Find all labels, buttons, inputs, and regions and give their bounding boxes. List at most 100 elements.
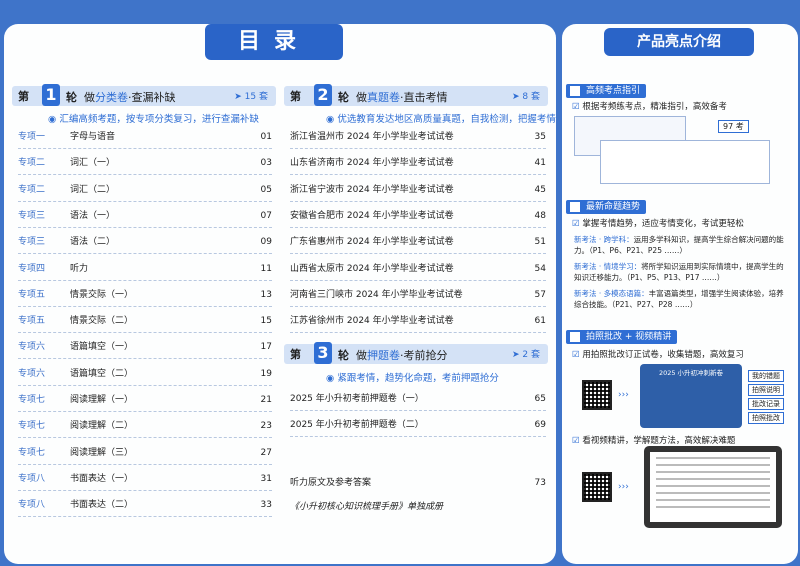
section2-tag: 第 <box>290 90 301 103</box>
toc-row: 2025 年小升初考前押题卷（一） 65 <box>290 392 546 406</box>
row-divider <box>18 437 272 439</box>
phone-title: 2025 小升初冲刺新卷 <box>658 369 724 377</box>
toc-row-name: 语篇填空（一） <box>70 342 134 353</box>
toc-row-page: 33 <box>260 500 272 511</box>
feature2-header: 最新命题趋势 <box>566 200 647 214</box>
toc-row-page: 19 <box>260 368 272 379</box>
feature1-header: 高频考点指引 <box>566 84 647 98</box>
toc-row: 专项六 语篇填空（二） 19 <box>18 367 272 381</box>
toc-row-page: 15 <box>260 316 272 327</box>
toc-row-name: 江苏省徐州市 2024 年小学毕业考试试卷 <box>290 316 454 327</box>
toc-row-code: 专项八 <box>18 500 46 511</box>
toc-row: 专项八 书面表达（一） 31 <box>18 472 272 486</box>
feature2-label: 最新命题趋势 <box>586 202 641 212</box>
row-divider <box>290 174 546 176</box>
toc-row: 专项三 语法（二） 09 <box>18 235 272 249</box>
toc-row-page: 41 <box>534 158 546 169</box>
footer-note: 《小升初核心知识梳理手册》单独成册 <box>290 502 444 512</box>
section1-title: 做分类卷·查漏补缺 <box>84 89 176 105</box>
toc-row: 浙江省温州市 2024 年小学毕业考试试卷 35 <box>290 130 546 144</box>
section2-title-post: ·直击考情 <box>400 91 448 104</box>
toc-row: 江苏省徐州市 2024 年小学毕业考试试卷 61 <box>290 314 546 328</box>
section2-num: 2 <box>314 84 332 106</box>
toc-row: 广东省惠州市 2024 年小学毕业考试试卷 51 <box>290 235 546 249</box>
section3-lun: 轮 <box>338 349 349 362</box>
toc-row-page: 45 <box>534 184 546 195</box>
toc-row-name: 词汇（二） <box>70 184 116 195</box>
toc-row: 专项七 阅读理解（一） 21 <box>18 393 272 407</box>
extra-row: 听力原文及参考答案 73 <box>290 476 546 490</box>
arrow-icon: ››› <box>618 390 629 400</box>
row-divider <box>18 358 272 360</box>
row-divider <box>18 279 272 281</box>
row-divider <box>290 305 546 307</box>
section3-tag: 第 <box>290 348 301 361</box>
qr-code-1 <box>582 380 612 410</box>
trend-item-key: 新考法 · 情境学习： <box>574 262 642 271</box>
toc-row: 专项五 情景交际（一） 13 <box>18 288 272 302</box>
row-divider <box>18 411 272 412</box>
toc-row-name: 阅读理解（二） <box>70 421 134 432</box>
toc-row-code: 专项二 <box>18 158 46 169</box>
section2-title: 做真题卷·直击考情 <box>356 89 448 105</box>
row-divider <box>18 200 272 202</box>
toc-row-name: 山西省太原市 2024 年小学毕业考试试卷 <box>290 263 454 274</box>
toc-row: 安徽省合肥市 2024 年小学毕业考试试卷 48 <box>290 209 546 223</box>
phone-label: 拍照批改 <box>748 412 784 424</box>
toc-row: 专项五 情景交际（二） 15 <box>18 314 272 328</box>
features-title: 产品亮点介绍 <box>604 28 754 56</box>
row-divider <box>18 253 272 255</box>
row-divider <box>18 463 272 465</box>
toc-row-name: 广东省惠州市 2024 年小学毕业考试试卷 <box>290 237 454 248</box>
trend-item: 新考法 · 跨学科：运用多学科知识，提高学生综合解决问题的能力。（P1、P6、P… <box>574 234 786 256</box>
feature3-label: 拍照批改 + 视频精讲 <box>586 332 672 342</box>
toc-row-code: 专项七 <box>18 447 46 458</box>
toc-row-code: 专项六 <box>18 342 46 353</box>
feature3-header: 拍照批改 + 视频精讲 <box>566 330 678 344</box>
section1-tag: 第 <box>18 90 29 103</box>
toc-row-page: 17 <box>260 342 272 353</box>
section3-title-pre: 做 <box>356 349 367 362</box>
toc-row: 专项七 阅读理解（二） 23 <box>18 419 272 433</box>
toc-row-name: 词汇（一） <box>70 158 116 169</box>
toc-row-code: 专项三 <box>18 210 46 221</box>
toc-row-page: 65 <box>534 394 546 404</box>
toc-row: 浙江省宁波市 2024 年小学毕业考试试卷 45 <box>290 183 546 197</box>
toc-row-page: 35 <box>534 132 546 142</box>
section1-title-hl: 分类卷 <box>95 91 128 104</box>
row-divider <box>18 384 272 386</box>
trend-icon <box>570 202 580 212</box>
toc-row-page: 54 <box>534 263 546 274</box>
toc-row-name: 2025 年小升初考前押题卷（二） <box>290 420 424 431</box>
feature1-badge: 97 考 <box>718 120 749 133</box>
section1-count: ➤ 15 套 <box>234 92 268 102</box>
qr-code-2 <box>582 472 612 502</box>
toc-row: 专项一 字母与语音 01 <box>18 130 272 144</box>
section2-count: ➤ 8 套 <box>512 92 540 102</box>
toc-row-name: 2025 年小升初考前押题卷（一） <box>290 394 424 404</box>
section3-note: 紧跟考情，趋势化命题，考前押题抢分 <box>326 370 499 384</box>
toc-row-name: 语法（二） <box>70 237 116 248</box>
section2-title-hl: 真题卷 <box>367 91 400 104</box>
arrow-icon: ››› <box>618 482 629 492</box>
toc-row: 2025 年小升初考前押题卷（二） 69 <box>290 418 546 432</box>
trend-item: 新考法 · 情境学习：将所学知识运用到实际情境中，提高学生的知识迁移能力。（P1… <box>574 261 786 283</box>
row-divider <box>290 436 546 438</box>
phone-label: 批改记录 <box>748 398 784 410</box>
phone-label: 我的错题 <box>748 370 784 382</box>
section3-title-hl: 押题卷 <box>367 349 400 362</box>
toc-row-name: 阅读理解（一） <box>70 395 134 405</box>
phone-label: 拍照说明 <box>748 384 784 396</box>
toc-row-code: 专项七 <box>18 395 46 405</box>
toc-row: 专项八 书面表达（二） 33 <box>18 498 272 512</box>
row-divider <box>290 226 546 228</box>
toc-row-name: 浙江省温州市 2024 年小学毕业考试试卷 <box>290 132 454 142</box>
row-divider <box>18 305 272 307</box>
section2-title-pre: 做 <box>356 91 367 104</box>
row-divider <box>290 200 546 202</box>
toc-row-name: 语法（一） <box>70 210 116 221</box>
toc-row: 专项四 听力 11 <box>18 262 272 276</box>
section2-note: 优选教育发达地区高质量真题，自我检测，把握考情 <box>326 111 556 125</box>
toc-row-page: 31 <box>260 473 272 484</box>
toc-row-code: 专项五 <box>18 316 46 327</box>
